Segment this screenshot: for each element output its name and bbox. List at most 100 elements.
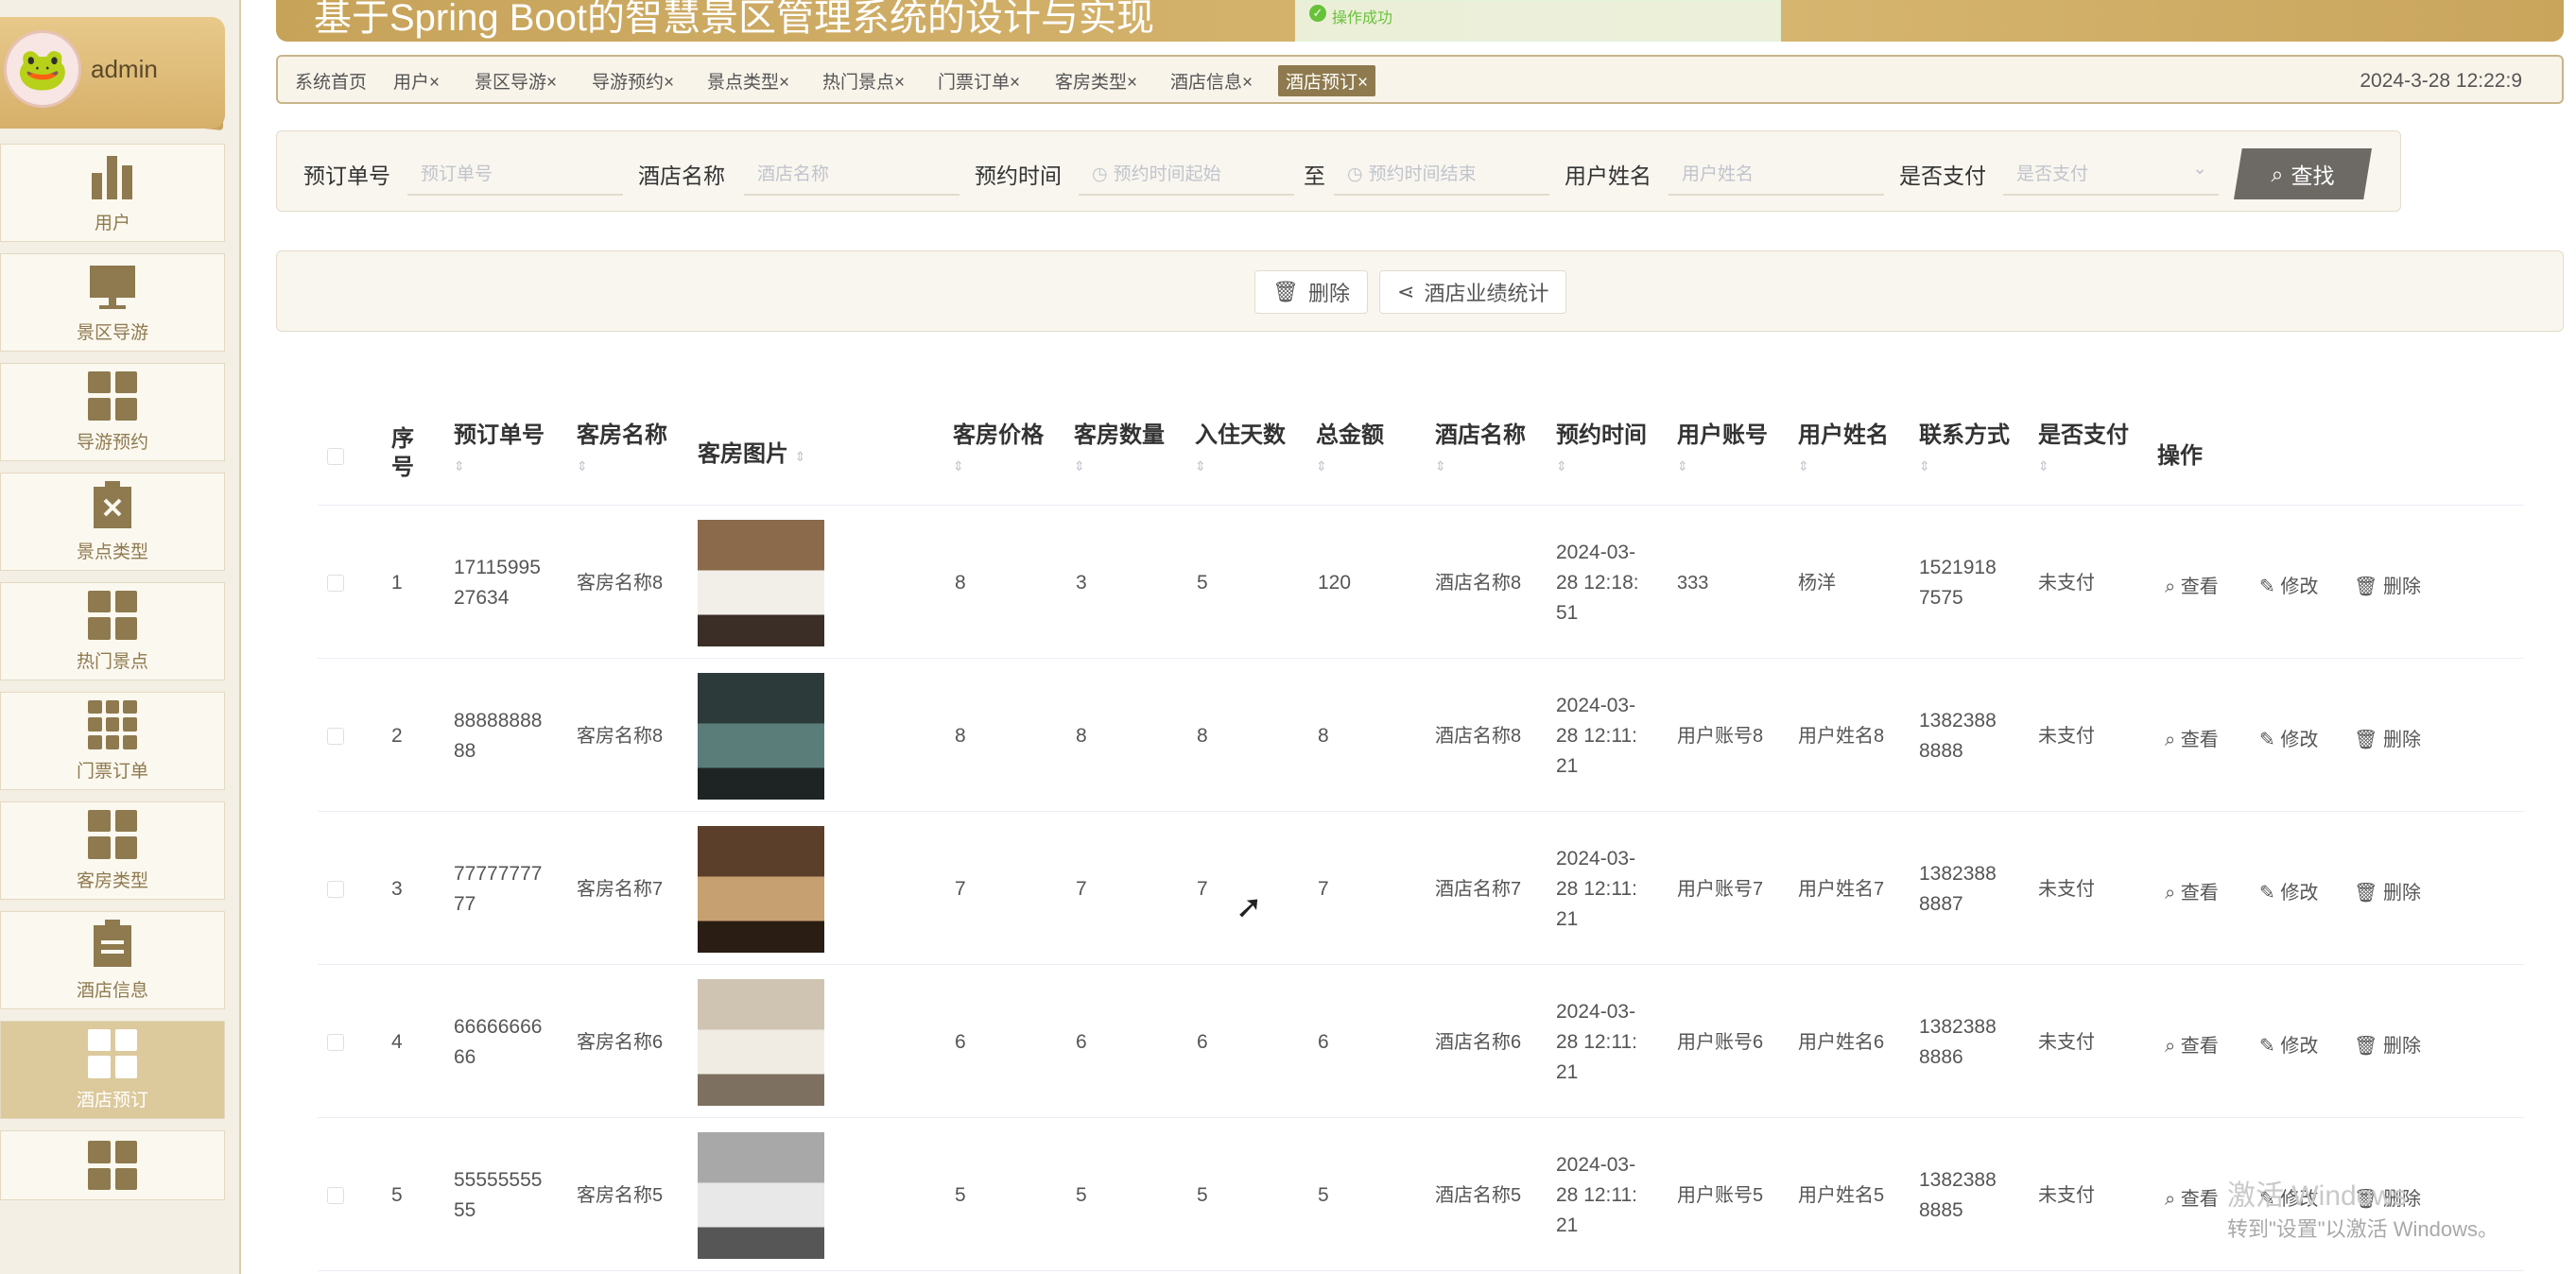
paid-select[interactable]: 是否支付 ⌄ [2003, 146, 2219, 196]
sidebar-item-guide-booking[interactable]: 导游预约 [0, 363, 225, 461]
hotel-stats-button[interactable]: ⋖ 酒店业绩统计 [1379, 270, 1567, 314]
time-start-input[interactable]: ◷ 预约时间起始 [1079, 146, 1294, 196]
edit-button[interactable]: ✎ 修改 [2259, 1030, 2318, 1058]
col-room-name-label: 客房名称 [577, 422, 667, 448]
cell-days: 7 [1197, 878, 1208, 900]
tab-room-type[interactable]: 客房类型× [1055, 68, 1137, 94]
col-time[interactable]: 预约时间 ⇕ [1556, 422, 1647, 480]
col-contact[interactable]: 联系方式 ⇕ [1919, 422, 2010, 480]
col-paid[interactable]: 是否支付 ⇕ [2038, 422, 2129, 480]
row-checkbox[interactable] [327, 1034, 344, 1051]
delete-button[interactable]: 🗑 删除 [2354, 724, 2421, 751]
cell-order: 55555555 55 [454, 1165, 542, 1226]
edit-icon: ✎ [2259, 730, 2281, 750]
cell-days: 6 [1197, 1031, 1208, 1053]
sidebar-item-more[interactable] [0, 1130, 225, 1200]
sidebar-item-scenic-guide[interactable]: 景区导游 [0, 253, 225, 352]
hotel-label: 酒店名称 [638, 164, 725, 188]
cell-line: 2024-03- [1556, 1001, 1636, 1023]
activation-watermark: 激活 Windows [2227, 1180, 2408, 1212]
sort-icon: ⇕ [1435, 458, 1446, 473]
edit-button[interactable]: ✎ 修改 [2259, 724, 2318, 751]
username-input[interactable]: 用户姓名 [1668, 146, 1884, 196]
clipboard-icon [94, 919, 131, 967]
tab-scenic-guide[interactable]: 景区导游× [475, 68, 557, 94]
row-checkbox[interactable] [327, 1187, 344, 1204]
search-icon: ⌕ [2271, 161, 2284, 186]
sort-icon: ⇕ [2038, 458, 2049, 473]
tab-hotel-info[interactable]: 酒店信息× [1170, 68, 1253, 94]
clock-icon: ◷ [1092, 164, 1108, 184]
row-divider [318, 1270, 2524, 1271]
col-hotel[interactable]: 酒店名称 ⇕ [1435, 422, 1526, 480]
col-room-image[interactable]: 客房图片 ⇕ [698, 440, 805, 471]
cell-line: 8885 [1919, 1199, 1963, 1221]
row-checkbox[interactable] [327, 881, 344, 898]
order-number-input[interactable]: 预订单号 [407, 146, 623, 196]
view-button[interactable]: ⌕ 查看 [2165, 1030, 2219, 1058]
cell-line: 88888888 [454, 710, 543, 732]
cell-order: 88888888 88 [454, 706, 542, 766]
edit-label: 修改 [2280, 577, 2319, 597]
cell-line: 27634 [454, 587, 510, 609]
sidebar-item-ticket-orders[interactable]: 门票订单 [0, 692, 225, 790]
search-button[interactable]: ⌕ 查找 [2234, 148, 2372, 199]
edit-button[interactable]: ✎ 修改 [2259, 571, 2318, 598]
trash-icon: 🗑 [1272, 280, 1299, 303]
col-qty[interactable]: 客房数量 ⇕ [1074, 422, 1165, 480]
username-label: 用户姓名 [1565, 164, 1651, 188]
view-button[interactable]: ⌕ 查看 [2165, 877, 2219, 904]
cell-index: 4 [391, 1031, 403, 1053]
sort-icon: ⇕ [1919, 458, 1930, 473]
col-index: 序号 [391, 426, 414, 480]
tab-home[interactable]: 系统首页 [295, 68, 367, 94]
col-order[interactable]: 预订单号 ⇕ [454, 422, 545, 480]
time-end-input[interactable]: ◷ 预约时间结束 [1334, 146, 1549, 196]
sidebar-item-users[interactable]: 用户 [0, 144, 225, 242]
cell-line: 55555555 [454, 1169, 543, 1191]
row-checkbox[interactable] [327, 728, 344, 745]
view-button[interactable]: ⌕ 查看 [2165, 1183, 2219, 1211]
view-button[interactable]: ⌕ 查看 [2165, 571, 2219, 598]
sidebar-item-spot-type[interactable]: 景点类型 [0, 473, 225, 571]
row-checkbox[interactable] [327, 575, 344, 592]
col-account[interactable]: 用户账号 ⇕ [1677, 422, 1768, 480]
col-username[interactable]: 用户姓名 ⇕ [1798, 422, 1889, 480]
tab-spot-type[interactable]: 景点类型× [707, 68, 789, 94]
tab-hotel-booking[interactable]: 酒店预订× [1278, 65, 1376, 96]
sidebar-item-hot-spots[interactable]: 热门景点 [0, 582, 225, 680]
col-days[interactable]: 入住天数 ⇕ [1195, 422, 1286, 480]
cell-line: 8886 [1919, 1046, 1963, 1068]
col-price[interactable]: 客房价格 ⇕ [953, 422, 1044, 480]
cell-total: 7 [1318, 878, 1329, 900]
sidebar-item-label: 门票订单 [76, 761, 148, 782]
user-card[interactable]: 🐸 admin [0, 17, 225, 129]
cell-price: 7 [955, 878, 966, 900]
select-all-checkbox[interactable] [327, 448, 344, 465]
sidebar-item-room-type[interactable]: 客房类型 [0, 801, 225, 900]
tab-hot-spots[interactable]: 热门景点× [822, 68, 905, 94]
cell-days: 5 [1197, 572, 1208, 594]
view-button[interactable]: ⌕ 查看 [2165, 724, 2219, 751]
tab-users[interactable]: 用户× [393, 68, 440, 94]
delete-button[interactable]: 🗑 删除 [2354, 1030, 2421, 1058]
delete-button[interactable]: 🗑 删除 [1254, 270, 1368, 314]
col-total-label: 总金额 [1316, 422, 1384, 448]
sidebar-item-hotel-info[interactable]: 酒店信息 [0, 911, 225, 1009]
edit-button[interactable]: ✎ 修改 [2259, 877, 2318, 904]
hotel-name-input[interactable]: 酒店名称 [744, 146, 960, 196]
view-label: 查看 [2180, 883, 2219, 904]
cell-account: 333 [1677, 573, 1709, 594]
col-room-name[interactable]: 客房名称 ⇕ [577, 422, 667, 480]
sort-icon: ⇕ [1677, 458, 1688, 473]
cell-line: 2024-03- [1556, 1154, 1636, 1176]
col-total[interactable]: 总金额 ⇕ [1316, 422, 1384, 480]
delete-button[interactable]: 🗑 删除 [2354, 571, 2421, 598]
cell-line: 21 [1556, 1061, 1579, 1083]
delete-button[interactable]: 🗑 删除 [2354, 877, 2421, 904]
cell-index: 1 [391, 572, 403, 594]
cell-line: 8888 [1919, 740, 1963, 762]
sidebar-item-hotel-booking[interactable]: 酒店预订 [0, 1021, 225, 1119]
tab-guide-booking[interactable]: 导游预约× [592, 68, 674, 94]
tab-ticket-orders[interactable]: 门票订单× [938, 68, 1020, 94]
